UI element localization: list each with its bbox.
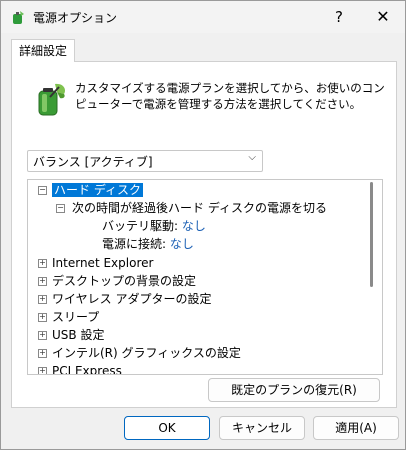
close-button[interactable]: ✕ — [371, 5, 395, 29]
cancel-button[interactable]: キャンセル — [219, 416, 305, 440]
power-plan-select[interactable]: バランス [アクティブ] ⌵ — [27, 150, 263, 172]
tree-node-turn-off-disk[interactable]: − 次の時間が経過後ハード ディスクの電源を切る — [56, 199, 327, 217]
tree-node-label: Internet Explorer — [52, 256, 154, 270]
tree-node-label: デスクトップの背景の設定 — [52, 274, 197, 288]
expand-icon[interactable]: + — [38, 331, 47, 340]
battery-label: バッテリ駆動: — [102, 219, 179, 233]
collapse-icon[interactable]: − — [56, 204, 65, 213]
tree-node-label: ワイヤレス アダプターの設定 — [52, 292, 212, 306]
tree-node-battery[interactable]: バッテリ駆動: なし — [102, 217, 206, 235]
expand-icon[interactable]: + — [38, 367, 47, 374]
tree-node-label: インテル(R) グラフィックスの設定 — [52, 346, 241, 360]
chevron-down-icon: ⌵ — [248, 152, 256, 163]
tree-node-label: USB 設定 — [52, 328, 105, 342]
tree-node-label: スリープ — [52, 310, 100, 324]
tree-node-label: 次の時間が経過後ハード ディスクの電源を切る — [72, 201, 327, 215]
window-title: 電源オプション — [33, 11, 118, 25]
settings-panel: カスタマイズする電源プランを選択してから、お使いのコンピューターで電源を管理する… — [11, 61, 397, 408]
settings-tree[interactable]: − ハード ディスク − 次の時間が経過後ハード ディスクの電源を切る バッテリ… — [27, 179, 383, 375]
tree-node-internet-explorer[interactable]: + Internet Explorer — [36, 254, 153, 272]
expand-icon[interactable]: + — [38, 313, 47, 322]
title-bar[interactable]: 電源オプション ? ✕ — [1, 1, 405, 33]
tree-node-label: PCI Express — [52, 364, 122, 375]
tree-node-label: ハード ディスク — [52, 183, 143, 197]
plugged-in-label: 電源に接続: — [102, 237, 167, 251]
restore-defaults-button[interactable]: 既定のプランの復元(R) — [208, 378, 380, 402]
power-plan-value: バランス [アクティブ] — [33, 155, 153, 169]
power-options-dialog: 電源オプション ? ✕ 詳細設定 カスタマイズする電源プランを選択してから、お使… — [0, 0, 406, 450]
tree-node-plugged-in[interactable]: 電源に接続: なし — [102, 235, 194, 253]
expand-icon[interactable]: + — [38, 349, 47, 358]
tree-node-intel-graphics[interactable]: + インテル(R) グラフィックスの設定 — [36, 344, 241, 362]
help-button[interactable]: ? — [327, 5, 351, 29]
battery-icon — [38, 83, 65, 116]
plugged-in-value[interactable]: なし — [170, 237, 194, 251]
tree-node-pci-express[interactable]: + PCI Express — [36, 362, 122, 375]
expand-icon[interactable]: + — [38, 295, 47, 304]
description-text: カスタマイズする電源プランを選択してから、お使いのコンピューターで電源を管理する… — [75, 81, 385, 111]
tree-node-sleep[interactable]: + スリープ — [36, 308, 99, 326]
tab-advanced-settings[interactable]: 詳細設定 — [11, 39, 75, 62]
apply-button[interactable]: 適用(A) — [313, 416, 399, 440]
expand-icon[interactable]: + — [38, 277, 47, 286]
tree-node-usb[interactable]: + USB 設定 — [36, 326, 104, 344]
tree-scrollbar[interactable] — [370, 182, 373, 287]
expand-icon[interactable]: + — [38, 259, 47, 268]
tree-node-wireless-adapter[interactable]: + ワイヤレス アダプターの設定 — [36, 290, 211, 308]
ok-button[interactable]: OK — [124, 416, 210, 440]
battery-value[interactable]: なし — [182, 219, 206, 233]
tree-node-hard-disk[interactable]: − ハード ディスク — [36, 181, 143, 199]
power-plan-icon — [13, 11, 24, 24]
collapse-icon[interactable]: − — [38, 186, 47, 195]
tree-node-desktop-background[interactable]: + デスクトップの背景の設定 — [36, 272, 196, 290]
